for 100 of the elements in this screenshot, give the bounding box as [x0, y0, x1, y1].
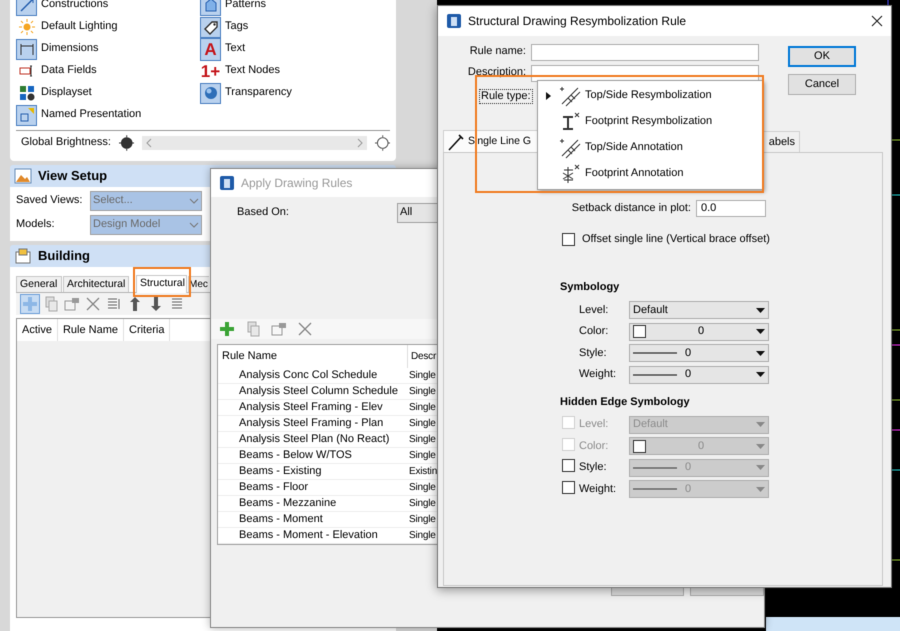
- caret-down-icon: [756, 308, 765, 313]
- caret-down-icon: [756, 350, 765, 356]
- table-cell-text: Beams - Existing: [238, 464, 323, 478]
- caret-down-icon: [189, 221, 199, 229]
- cross-section-icon: [560, 164, 581, 184]
- dark-sun-icon: [118, 135, 134, 151]
- line-style-icon: [633, 466, 677, 470]
- field-label: Weight:: [579, 368, 618, 382]
- checkbox-label: Offset single line (Vertical brace offset): [582, 233, 770, 246]
- brightness-scrollbar[interactable]: [142, 136, 367, 150]
- field-label: Setback distance in plot:: [570, 202, 692, 216]
- menu-item[interactable]: Footprint Resymbolization: [538, 109, 762, 135]
- presentation-icon[interactable]: [16, 104, 37, 126]
- app-icon: [446, 13, 462, 29]
- group-title: Symbology: [560, 281, 620, 296]
- table-cell: Single: [408, 482, 436, 494]
- field-label: Style:: [579, 461, 608, 474]
- table-cell-text: Analysis Steel Plan (No React): [238, 432, 390, 446]
- ruler-icon[interactable]: [16, 0, 37, 16]
- caret-down-icon: [756, 486, 765, 492]
- column-header[interactable]: Criteria: [124, 319, 170, 341]
- column-header[interactable]: Descr: [408, 350, 436, 362]
- line-style-icon: [633, 351, 677, 356]
- menu-item[interactable]: Top/Side Resymbolization: [538, 83, 762, 109]
- table-cell: Single: [408, 370, 436, 382]
- column-header[interactable]: Rule Name: [58, 319, 124, 341]
- table-cell-text: Analysis Steel Framing - Elev: [238, 400, 384, 414]
- rule-type-label: Rule type:: [479, 89, 533, 104]
- column-header[interactable]: Active: [17, 319, 58, 341]
- table-cell-text: Beams - Moment - Elevation: [238, 528, 379, 542]
- color-dropdown[interactable]: 0: [629, 322, 769, 341]
- field-label: Weight:: [579, 482, 618, 496]
- table-cell-text: Analysis Conc Col Schedule: [238, 368, 378, 382]
- landscape-icon: [14, 168, 32, 184]
- line-style-icon: [633, 487, 677, 492]
- display-item-label[interactable]: Named Presentation: [41, 108, 142, 122]
- display-item-label[interactable]: Dimensions: [41, 42, 98, 56]
- highlight-frame: [133, 267, 191, 297]
- setback-field[interactable]: 0.0: [696, 200, 766, 218]
- tab[interactable]: General: [16, 276, 62, 292]
- level-dropdown[interactable]: Default: [629, 301, 769, 320]
- building-icon: [14, 248, 32, 264]
- table-cell-text: Beams - Moment: [238, 512, 324, 526]
- caret-down-icon: [756, 422, 765, 428]
- display-item-label[interactable]: Tags: [225, 20, 248, 34]
- checkbox[interactable]: [562, 480, 575, 494]
- field-label: Level:: [579, 418, 610, 432]
- text-nodes-icon[interactable]: 1+: [200, 60, 221, 82]
- section-title: View Setup: [38, 168, 108, 184]
- group-title: Hidden Edge Symbology: [560, 396, 691, 410]
- display-item-label[interactable]: Displayset: [41, 86, 92, 100]
- add-icon[interactable]: [217, 319, 237, 339]
- diagonal-beam-icon: [560, 86, 581, 106]
- line-dropdown[interactable]: 0: [629, 344, 769, 362]
- column-header[interactable]: Rule Name: [218, 345, 408, 368]
- tab[interactable]: Architectural: [63, 276, 129, 292]
- caret-down-icon: [756, 329, 765, 334]
- field-label: Rule name:: [468, 45, 527, 59]
- cancel-button[interactable]: Cancel: [788, 74, 856, 95]
- color-swatch-icon: [633, 325, 646, 338]
- menu-item[interactable]: Top/Side Annotation: [538, 135, 762, 161]
- checkbox[interactable]: [562, 459, 575, 472]
- window-title: Structural Drawing Resymbolization Rule: [468, 14, 686, 28]
- display-item-label[interactable]: Transparency: [225, 86, 292, 100]
- display-item-label[interactable]: Data Fields: [41, 64, 97, 78]
- field-label: Based On:: [236, 206, 290, 220]
- field-label: Models:: [16, 218, 56, 232]
- display-item-label[interactable]: Text: [225, 42, 246, 56]
- house-icon[interactable]: [200, 0, 221, 16]
- app-icon: [219, 175, 235, 191]
- table-cell-text: Analysis Steel Framing - Plan: [238, 416, 384, 430]
- tag-icon[interactable]: [200, 16, 221, 38]
- pencil-icon: [447, 132, 465, 151]
- display-item-label[interactable]: Default Lighting: [41, 20, 118, 34]
- table-cell: Single: [408, 450, 436, 462]
- chevron-left-icon: [146, 138, 152, 148]
- line-dropdown[interactable]: 0: [629, 366, 769, 384]
- caret-down-icon: [756, 372, 765, 378]
- diagonal-beam-icon: [560, 138, 581, 158]
- tab[interactable]: Structural: [136, 275, 187, 293]
- field-label: Color:: [579, 325, 610, 338]
- line-style-icon: [633, 372, 677, 377]
- ok-button[interactable]: OK: [788, 46, 856, 67]
- table-cell: Existin: [408, 466, 438, 478]
- field-label: Style:: [579, 346, 608, 360]
- dimension-icon[interactable]: [16, 38, 37, 60]
- color-swatch-icon: [633, 440, 646, 453]
- display-item-label[interactable]: Text Nodes: [225, 64, 280, 78]
- menu-item[interactable]: Footprint Annotation: [538, 161, 762, 187]
- field-label: Color:: [579, 440, 610, 453]
- rule-name-field[interactable]: [531, 44, 759, 60]
- checkbox[interactable]: [562, 233, 575, 246]
- brightness-label: Global Brightness:: [21, 136, 111, 150]
- close-button[interactable]: [871, 15, 883, 27]
- text-icon[interactable]: A: [200, 38, 221, 60]
- caret-down-icon: [756, 444, 765, 449]
- field-label: Level:: [579, 304, 610, 317]
- table-cell-text: Beams - Mezzanine: [238, 496, 338, 510]
- field-label: Saved Views:: [16, 194, 84, 208]
- display-item-label[interactable]: Patterns: [225, 0, 266, 12]
